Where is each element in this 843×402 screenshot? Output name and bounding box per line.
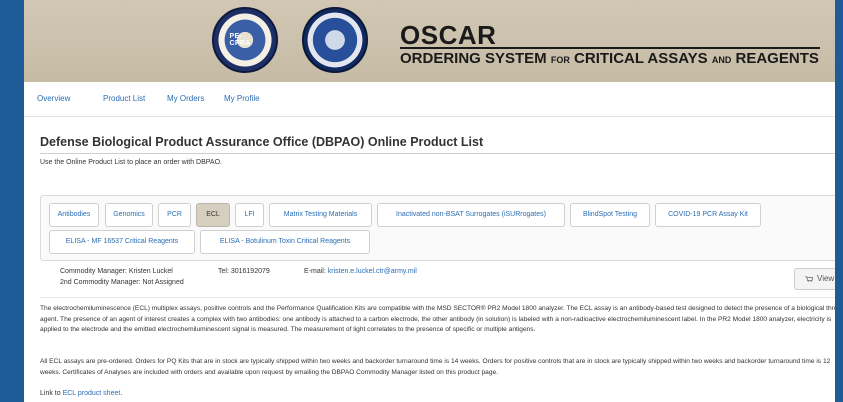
manager-email-row: E-mail: kristen.e.luckel.ctr@army.mil [304, 268, 417, 275]
product-sheet-link-line: Link to ECL product sheet. [40, 390, 122, 397]
nav-overview[interactable]: Overview [37, 94, 70, 103]
tab-isurrogates[interactable]: Inactivated non-BSAT Surrogates (iSURrog… [377, 203, 565, 227]
cart-icon [805, 276, 813, 282]
link-prefix: Link to [40, 390, 63, 397]
tab-matrix-testing-materials[interactable]: Matrix Testing Materials [269, 203, 372, 227]
email-label: E-mail: [304, 268, 326, 275]
tab-elisa-botulinum-toxin[interactable]: ELISA - Botulinum Toxin Critical Reagent… [200, 230, 370, 254]
commodity-manager: Commodity Manager: Kristen Luckel [60, 268, 173, 275]
second-commodity-manager: 2nd Commodity Manager: Not Assigned [60, 279, 184, 286]
site-subtitle: ORDERING SYSTEM FOR CRITICAL ASSAYS AND … [400, 50, 819, 67]
title-divider [40, 153, 835, 154]
manager-email-link[interactable]: kristen.e.luckel.ctr@army.mil [328, 268, 417, 275]
tab-ecl[interactable]: ECL [196, 203, 230, 227]
tab-pcr[interactable]: PCR [158, 203, 191, 227]
nav-my-orders[interactable]: My Orders [167, 94, 204, 103]
manager-phone: Tel: 3016192079 [218, 268, 270, 275]
title-underline [400, 47, 820, 49]
seal-label: PE-CPRA [229, 33, 251, 47]
ecl-description-paragraph: The electrochemiluminescence (ECL) multi… [40, 305, 835, 333]
ecl-ordering-paragraph: All ECL assays are pre-ordered. Orders f… [40, 358, 831, 376]
dbpao-seal-logo [302, 7, 368, 73]
subtitle-part-4: AND [711, 55, 732, 65]
nav-my-profile[interactable]: My Profile [224, 94, 260, 103]
tab-covid-19-pcr-assay-kit[interactable]: COVID-19 PCR Assay Kit [655, 203, 761, 227]
tab-antibodies[interactable]: Antibodies [49, 203, 99, 227]
subtitle-part-2: FOR [550, 55, 570, 65]
site-banner: PE-CPRA OSCAR ORDERING SYSTEM FOR CRITIC… [24, 0, 835, 82]
top-nav: Overview Product List My Orders My Profi… [24, 82, 835, 116]
section-divider [40, 297, 835, 298]
pe-cprba-seal-logo: PE-CPRA [212, 7, 278, 73]
nav-divider [24, 116, 835, 117]
page: PE-CPRA OSCAR ORDERING SYSTEM FOR CRITIC… [24, 0, 835, 402]
ecl-product-sheet-link[interactable]: ECL product sheet [63, 390, 121, 397]
tab-lfi[interactable]: LFI [235, 203, 264, 227]
page-title: Defense Biological Product Assurance Off… [40, 135, 484, 149]
tab-genomics[interactable]: Genomics [105, 203, 153, 227]
subtitle-part-5: REAGENTS [735, 50, 819, 67]
subtitle-part-3: CRITICAL ASSAYS [574, 50, 708, 67]
link-suffix: . [120, 390, 123, 397]
left-border [0, 0, 24, 402]
nav-product-list[interactable]: Product List [103, 94, 145, 103]
category-tabs-panel: Antibodies Genomics PCR ECL LFI Matrix T… [40, 195, 835, 261]
intro-text: Use the Online Product List to place an … [40, 159, 222, 166]
view-cart-button[interactable]: View [794, 268, 835, 290]
subtitle-part-1: ORDERING SYSTEM [400, 50, 547, 67]
tab-blindspot-testing[interactable]: BlindSpot Testing [570, 203, 650, 227]
view-button-label: View [817, 274, 835, 283]
tab-elisa-mf-16537[interactable]: ELISA - MF 16537 Critical Reagents [49, 230, 195, 254]
right-border [835, 0, 843, 402]
